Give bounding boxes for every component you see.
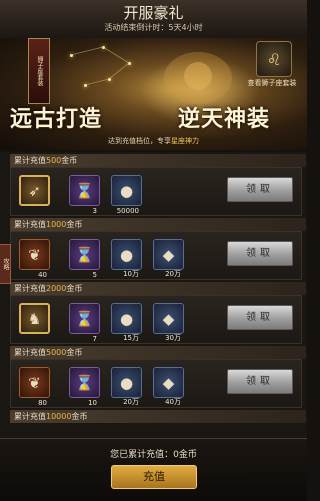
banner-note-text: 达到充值档位，专享 [108, 137, 171, 145]
reward-item[interactable]: ❦ 40 [19, 239, 50, 279]
tier-body: ➶ ⌛ 3 ● 50000 领取 [10, 167, 302, 216]
claim-button[interactable]: 领取 [227, 369, 293, 394]
tier-suffix: 金币 [61, 156, 78, 165]
reward-item[interactable]: ● 10万 [111, 239, 142, 278]
tier-amount: 500 [46, 156, 62, 165]
reward-item[interactable]: ➶ [19, 175, 50, 206]
item-count: 30万 [165, 334, 181, 342]
item-count: 40万 [165, 398, 181, 406]
reward-tier-1000: 累计充值1000金币 ❦ 40 ⌛ 5 ● 10万 ◆ 20万 领取 [10, 218, 306, 280]
ore-icon: ◆ [162, 373, 175, 392]
item-count: 7 [92, 335, 97, 343]
item-count: 40 [38, 271, 47, 279]
item-count: 5 [92, 271, 97, 279]
guide-side-tab[interactable]: 攻略 [0, 244, 11, 284]
promo-banner: 狮子座套装 ♌ 查看狮子座套装 远古打造 逆天神装 达到充值档位，专享星座神力 [0, 38, 307, 150]
horse-icon: ♞ [27, 309, 42, 328]
set-ribbon: 狮子座套装 [28, 38, 50, 104]
tier-amount: 2000 [46, 284, 67, 293]
reward-item[interactable]: ♞ [19, 303, 50, 334]
tier-prefix: 累计充值 [14, 156, 46, 165]
silver-orb-icon: ● [119, 181, 134, 200]
tier-prefix: 累计充值 [14, 412, 46, 421]
item-count: 10万 [123, 270, 139, 278]
item-count: 80 [38, 399, 47, 407]
tier-suffix: 金币 [71, 412, 88, 421]
feather-icon: ❦ [28, 373, 41, 392]
tier-prefix: 累计充值 [14, 284, 46, 293]
tier-amount: 10000 [46, 412, 72, 421]
tier-body: ❦ 40 ⌛ 5 ● 10万 ◆ 20万 领取 [10, 231, 302, 280]
tier-body: ❦ 80 ⌛ 10 ● 20万 ◆ 40万 领取 [10, 359, 302, 408]
silver-orb-icon: ● [119, 373, 134, 392]
reward-tier-5000: 累计充值5000金币 ❦ 80 ⌛ 10 ● 20万 ◆ 40万 领取 [10, 346, 306, 408]
tier-amount: 5000 [46, 348, 67, 357]
tier-header: 累计充值5000金币 [10, 346, 306, 359]
reward-item[interactable]: ⌛ 10 [69, 367, 100, 407]
view-set-button[interactable]: ♌ [256, 41, 292, 77]
tier-prefix: 累计充值 [14, 220, 46, 229]
reward-item[interactable]: ◆ 20万 [153, 239, 184, 278]
hourglass-icon: ⌛ [75, 245, 94, 264]
claim-button[interactable]: 领取 [227, 177, 293, 202]
hourglass-icon: ⌛ [75, 309, 94, 328]
item-count: 20万 [165, 270, 181, 278]
silver-orb-icon: ● [119, 309, 134, 328]
tier-amount: 1000 [46, 220, 67, 229]
item-count: 3 [92, 207, 97, 215]
reward-item[interactable]: ⌛ 3 [69, 175, 100, 215]
tier-body: ♞ ⌛ 7 ● 15万 ◆ 30万 领取 [10, 295, 302, 344]
reward-tier-10000: 累计充值10000金币 [10, 410, 306, 438]
total-recharge-text: 您已累计充值：0金币 [110, 450, 197, 460]
item-count: 50000 [116, 207, 139, 215]
reward-item[interactable]: ⌛ 7 [69, 303, 100, 343]
top-bar: 开服豪礼 活动结束倒计时：5天4小时 [0, 0, 307, 39]
reward-item[interactable]: ● 20万 [111, 367, 142, 406]
leo-set-icon: ♌ [266, 49, 282, 69]
item-count: 10 [88, 399, 97, 407]
slogan-left: 远古打造 [10, 107, 103, 132]
slogan-right: 逆天神装 [178, 107, 271, 132]
reward-item[interactable]: ◆ 30万 [153, 303, 184, 342]
hourglass-icon: ⌛ [75, 373, 94, 392]
ore-icon: ◆ [162, 309, 175, 328]
spear-icon: ➶ [28, 181, 41, 200]
tier-header: 累计充值10000金币 [10, 410, 306, 423]
page-title: 开服豪礼 [123, 4, 184, 22]
tier-suffix: 金币 [66, 348, 83, 357]
countdown-text: 活动结束倒计时：5天4小时 [104, 23, 203, 32]
hourglass-icon: ⌛ [75, 181, 94, 200]
reward-item[interactable]: ● 15万 [111, 303, 142, 342]
claim-button[interactable]: 领取 [227, 241, 293, 266]
tier-suffix: 金币 [66, 284, 83, 293]
tier-prefix: 累计充值 [14, 348, 46, 357]
item-count: 15万 [123, 334, 139, 342]
banner-note-highlight: 星座神力 [171, 137, 199, 145]
reward-item[interactable]: ● 50000 [111, 175, 142, 215]
recharge-button[interactable]: 充值 [111, 465, 197, 489]
tier-header: 累计充值500金币 [10, 154, 306, 167]
footer-bar: 您已累计充值：0金币 充值 [0, 438, 307, 501]
tier-header: 累计充值1000金币 [10, 218, 306, 231]
ore-icon: ◆ [162, 245, 175, 264]
reward-item[interactable]: ⌛ 5 [69, 239, 100, 279]
reward-tier-list[interactable]: 累计充值500金币 ➶ ⌛ 3 ● 50000 领取 累计充值1000金币 ❦ 40 … [0, 152, 307, 438]
reward-item[interactable]: ❦ 80 [19, 367, 50, 407]
silver-orb-icon: ● [119, 245, 134, 264]
feather-icon: ❦ [28, 245, 41, 264]
view-set-label[interactable]: 查看狮子座套装 [238, 78, 306, 88]
item-count: 20万 [123, 398, 139, 406]
reward-tier-2000: 累计充值2000金币 ♞ ⌛ 7 ● 15万 ◆ 30万 领取 [10, 282, 306, 344]
reward-tier-500: 累计充值500金币 ➶ ⌛ 3 ● 50000 领取 [10, 154, 306, 216]
tier-header: 累计充值2000金币 [10, 282, 306, 295]
claim-button[interactable]: 领取 [227, 305, 293, 330]
reward-item[interactable]: ◆ 40万 [153, 367, 184, 406]
banner-note: 达到充值档位，专享星座神力 [0, 136, 307, 146]
tier-suffix: 金币 [66, 220, 83, 229]
